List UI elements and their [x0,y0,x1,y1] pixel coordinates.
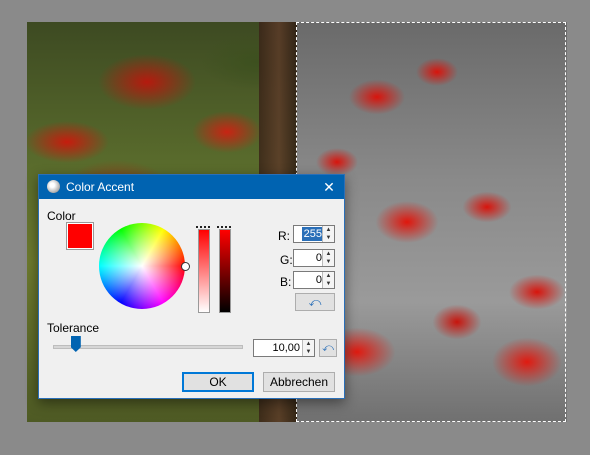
tolerance-spinbox[interactable]: ▲▼ [253,339,315,357]
color-label: Color [47,209,76,223]
saturation-slider[interactable] [198,229,210,313]
dialog-titlebar[interactable]: Color Accent ✕ [39,175,344,199]
color-swatch[interactable] [66,222,94,250]
ok-button[interactable]: OK [182,372,254,392]
color-wheel[interactable] [99,223,185,309]
brightness-slider[interactable] [219,229,231,313]
color-wheel-marker[interactable] [181,262,190,271]
b-spinbox[interactable]: ▲▼ [293,271,335,289]
g-spin-arrows[interactable]: ▲ ▼ [322,250,334,266]
b-input[interactable] [296,273,322,287]
undo-icon: ⤺ [308,295,322,309]
color-reset-button[interactable]: ⤺ [295,293,335,311]
dialog-title: Color Accent [66,180,135,194]
app-icon [47,180,60,193]
tolerance-spin-arrows[interactable]: ▲ ▼ [302,340,314,356]
g-label: G: [280,253,293,267]
color-accent-dialog: Color Accent ✕ Color R: ▲▼ G: ▲▼ B: ▲▼ ⤺… [38,174,345,399]
close-button[interactable]: ✕ [314,175,344,199]
r-spin-arrows[interactable]: ▲ ▼ [322,226,334,242]
r-input[interactable] [302,227,322,241]
tolerance-slider-track[interactable] [53,345,243,349]
undo-icon: ⤺ [322,342,334,354]
g-spinbox[interactable]: ▲▼ [293,249,335,267]
b-label: B: [280,275,292,289]
tolerance-reset-button[interactable]: ⤺ [319,339,337,357]
tolerance-slider-thumb[interactable] [70,336,81,352]
close-icon: ✕ [323,179,335,195]
cancel-button[interactable]: Abbrechen [263,372,335,392]
tolerance-label: Tolerance [47,321,100,335]
tolerance-input[interactable] [256,341,300,355]
b-spin-arrows[interactable]: ▲ ▼ [322,272,334,288]
r-spinbox[interactable]: ▲▼ [293,225,335,243]
g-input[interactable] [296,251,322,265]
r-label: R: [278,229,290,243]
